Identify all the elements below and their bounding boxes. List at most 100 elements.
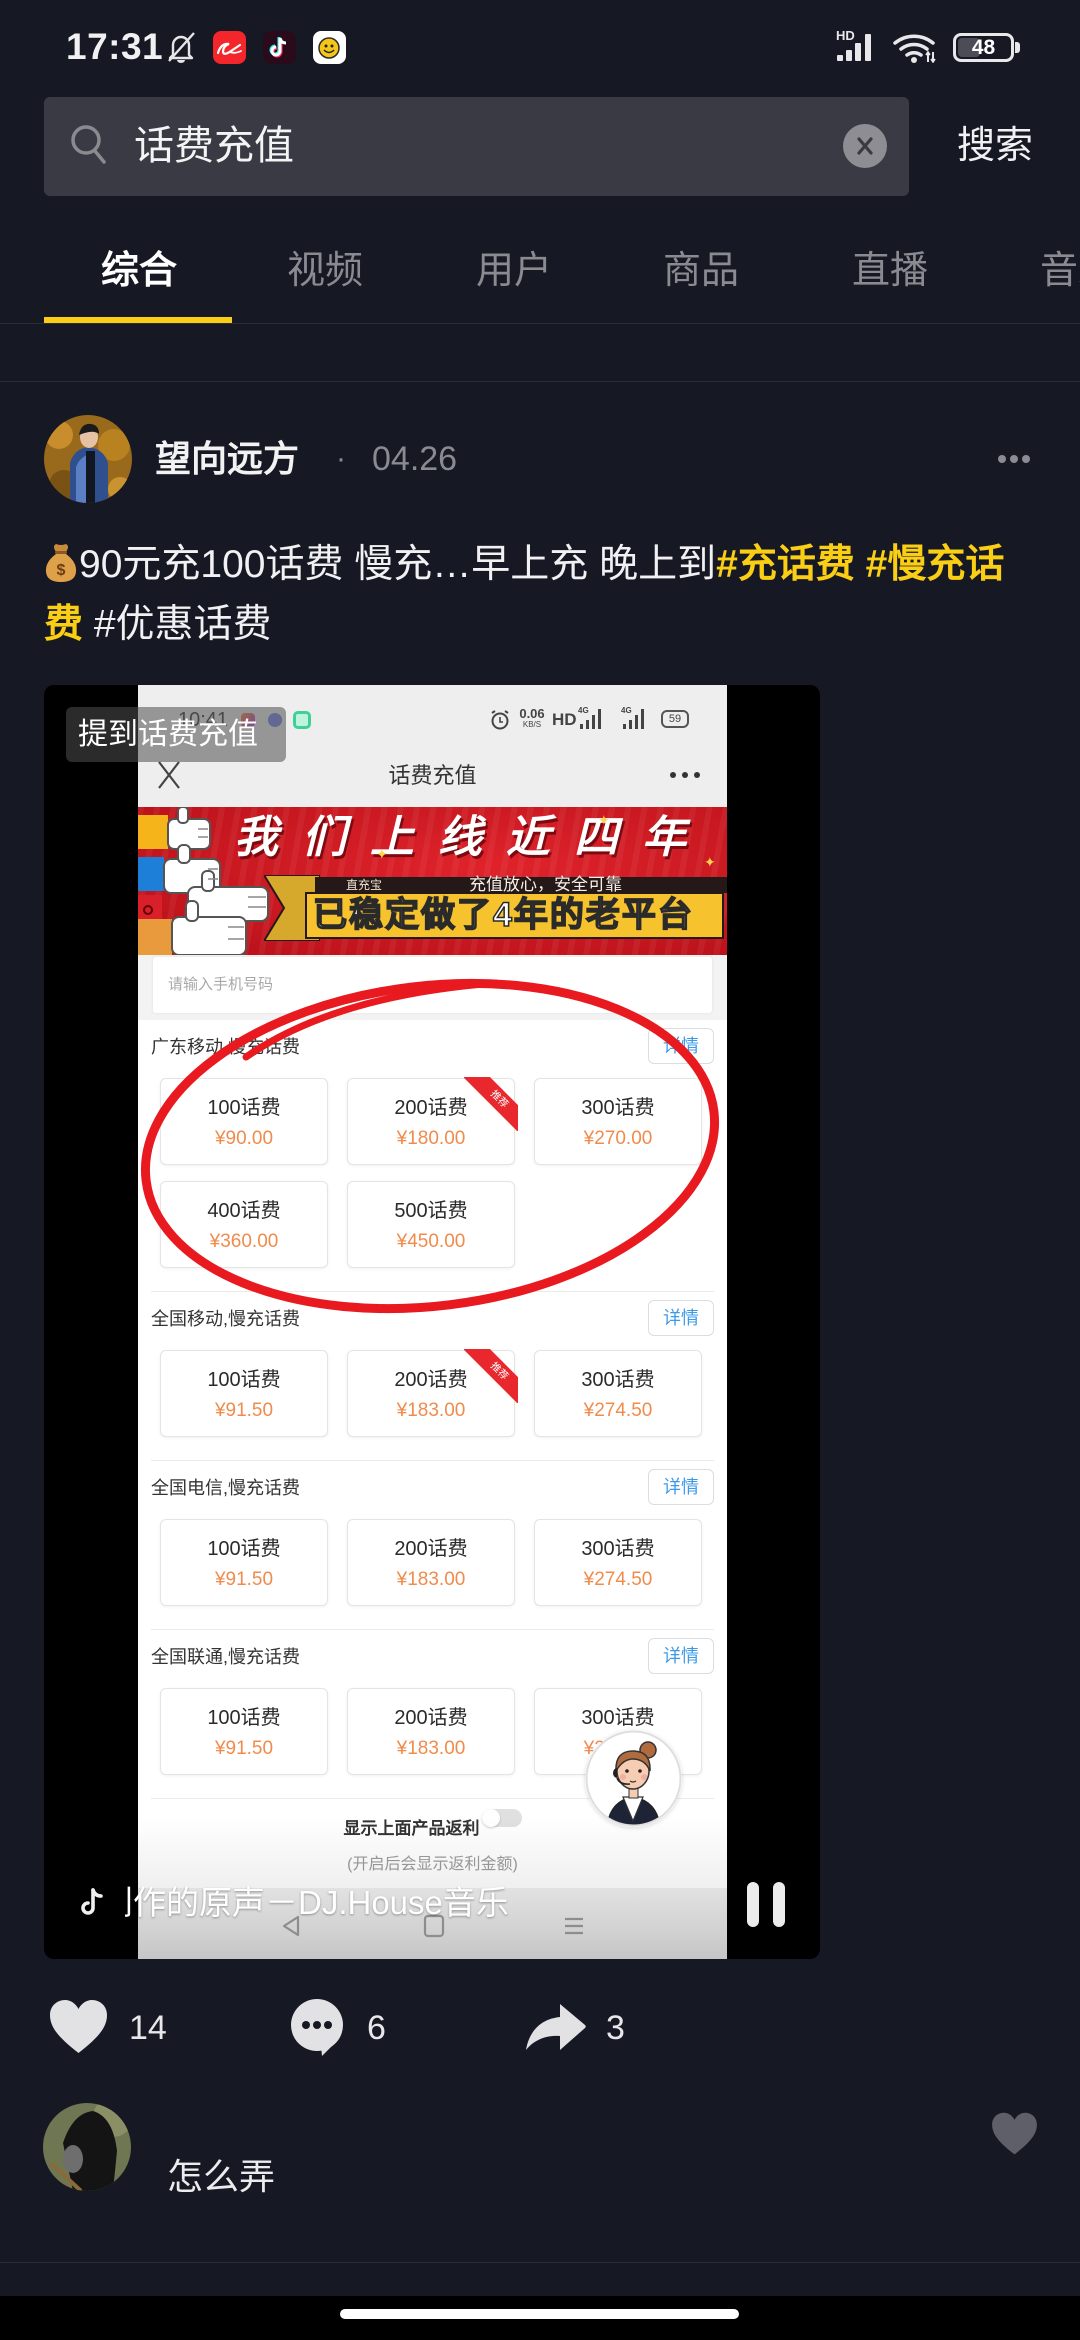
product-grid: 100话费 ¥91.50 200话费 ¥183.00 300话费 ¥274.50 — [151, 1519, 714, 1606]
clear-search-button[interactable] — [843, 124, 887, 168]
recorded-signal-icon: 4G — [578, 706, 606, 732]
share-arrow-icon — [526, 2004, 586, 2050]
video-keyword-tag[interactable]: 提到话费充值 — [66, 707, 286, 762]
product-name: 100话费 — [207, 1097, 281, 1119]
section-title: 全国联通,慢充话费 — [151, 1647, 301, 1667]
net-label: 4G — [578, 706, 589, 715]
product-card: 100话费 ¥91.50 — [160, 1519, 328, 1606]
product-price: ¥450.00 — [396, 1231, 466, 1252]
tab-users[interactable]: 用户 — [469, 248, 559, 294]
product-card: 100话费 ¥91.50 — [160, 1350, 328, 1437]
product-price: ¥90.00 — [214, 1128, 274, 1149]
tab-products[interactable]: 商品 — [656, 248, 746, 294]
tab-videos[interactable]: 视频 — [280, 248, 370, 294]
section-header: 全国电信,慢充话费 详情 — [151, 1469, 714, 1505]
meta-separator: · — [336, 442, 346, 475]
product-section: 全国移动,慢充话费 详情 100话费 ¥91.50 200话费 ¥183.00 推荐 300话… — [151, 1292, 714, 1461]
sparkle-icon: ✦ — [704, 854, 716, 870]
sparkle-icon: ✦ — [598, 812, 610, 828]
battery-level: 48 — [971, 36, 996, 59]
author-avatar[interactable] — [44, 415, 132, 503]
section-title: 全国电信,慢充话费 — [151, 1478, 301, 1498]
product-name: 100话费 — [207, 1707, 281, 1729]
product-badge: 推荐 — [464, 1077, 518, 1131]
product-grid: 100话费 ¥91.50 200话费 ¥183.00 推荐 300话费 ¥274.50 — [151, 1349, 714, 1437]
product-grid: 100话费 ¥90.00 200话费 ¥180.00 推荐 300话费 ¥270.00 400… — [151, 1077, 714, 1268]
section-header: 广东移动,慢充话费 详情 — [151, 1028, 714, 1064]
hashtag-link[interactable]: #充话费 — [716, 543, 855, 586]
product-name: 200话费 — [394, 1707, 468, 1729]
heart-icon — [50, 2000, 107, 2053]
speed-unit: KB/S — [522, 720, 542, 729]
comment-divider — [0, 2262, 1080, 2263]
product-name: 100话费 — [207, 1369, 281, 1391]
post-date: 04.26 — [372, 440, 458, 478]
recorded-app-icon — [293, 711, 311, 729]
detail-button: 详情 — [648, 1300, 714, 1336]
product-card: 200话费 ¥180.00 推荐 — [347, 1077, 518, 1165]
tab-live[interactable]: 直播 — [845, 248, 935, 294]
music-note-icon — [78, 1887, 106, 1919]
product-name: 500话费 — [394, 1200, 468, 1222]
product-name: 300话费 — [581, 1369, 655, 1391]
product-price: ¥91.50 — [214, 1738, 274, 1759]
pause-button[interactable] — [744, 1880, 790, 1930]
commenter-avatar[interactable] — [43, 2103, 131, 2191]
section-header: 全国移动,慢充话费 详情 — [151, 1300, 714, 1336]
section-header: 全国联通,慢充话费 详情 — [151, 1638, 714, 1674]
battery-nub — [1015, 42, 1020, 53]
alarm-icon — [490, 709, 510, 731]
video-player[interactable]: 10:41 0.06KB/S HD 4G 4G 59 话费充值 — [44, 685, 820, 1959]
share-button[interactable] — [526, 2004, 586, 2050]
banner-tagline: 已稳定做了4年的老平台 — [312, 895, 694, 935]
banner-brand: 直充宝 — [346, 878, 383, 892]
comment-count: 6 — [367, 2009, 386, 2047]
section-divider — [0, 381, 1080, 382]
comment-like-button[interactable] — [989, 2112, 1040, 2156]
product-name: 300话费 — [581, 1707, 655, 1729]
section-title: 全国移动,慢充话费 — [151, 1309, 301, 1329]
product-price: ¥183.00 — [396, 1569, 466, 1590]
pause-icon — [747, 1882, 759, 1927]
product-name: 300话费 — [581, 1097, 655, 1119]
recorded-battery: 59 — [661, 710, 689, 728]
music-marquee[interactable]: 创作的原声－DJ.House音乐 — [125, 1881, 685, 1925]
product-name: 200话费 — [394, 1538, 468, 1560]
product-price: ¥274.50 — [583, 1569, 653, 1590]
like-count: 14 — [129, 2009, 167, 2047]
badge-label: 推荐 — [464, 1077, 518, 1131]
product-sections: 广东移动,慢充话费 详情 100话费 ¥90.00 200话费 ¥180.00 推荐 300话… — [138, 1020, 727, 1799]
tab-music[interactable]: 音乐 — [1040, 248, 1080, 294]
tab-comprehensive[interactable]: 综合 — [94, 248, 184, 294]
comment-button[interactable] — [287, 1998, 347, 2056]
more-dot-icon — [998, 455, 1006, 463]
like-button[interactable] — [48, 1999, 109, 2055]
product-price: ¥91.50 — [214, 1400, 274, 1421]
status-bar: 17:31 HD 48 — [0, 0, 1080, 95]
product-price: ¥274.50 — [583, 1400, 653, 1421]
comment-bubble-icon — [291, 1999, 343, 2056]
rebate-toggle — [481, 1809, 522, 1827]
battery-icon: 48 — [953, 33, 1014, 62]
product-section: 广东移动,慢充话费 详情 100话费 ¥90.00 200话费 ¥180.00 推荐 300话… — [151, 1020, 714, 1292]
product-badge: 推荐 — [464, 1349, 518, 1403]
rebate-toggle-label: 显示上面产品返利 — [343, 1818, 480, 1838]
home-indicator[interactable] — [340, 2309, 739, 2319]
product-card: 400话费 ¥360.00 — [160, 1181, 328, 1268]
more-options-button[interactable] — [996, 452, 1032, 466]
product-price: ¥91.50 — [214, 1569, 274, 1590]
author-name[interactable]: 望向远方 — [155, 437, 299, 481]
music-title: 创作的原声－DJ.House音乐 — [125, 1884, 509, 1921]
product-name: 100话费 — [207, 1538, 281, 1560]
badge-label: 推荐 — [464, 1349, 518, 1403]
product-price: ¥360.00 — [209, 1231, 279, 1252]
search-query[interactable]: 话费充值 — [134, 97, 294, 196]
clock: 17:31 — [66, 26, 164, 67]
search-input[interactable]: 话费充值 — [44, 97, 909, 196]
recorded-signal-icon: 4G — [621, 706, 649, 732]
product-card: 100话费 ¥91.50 — [160, 1688, 328, 1775]
promo-banner: 我们上线近四年 ✦ ✦ ✦ 直充宝 充值放心，安全可靠 已稳定做了4年的老平台 — [138, 807, 727, 955]
search-button[interactable]: 搜索 — [940, 97, 1050, 196]
net-label: 4G — [621, 706, 632, 715]
tabs-divider — [0, 323, 1080, 324]
